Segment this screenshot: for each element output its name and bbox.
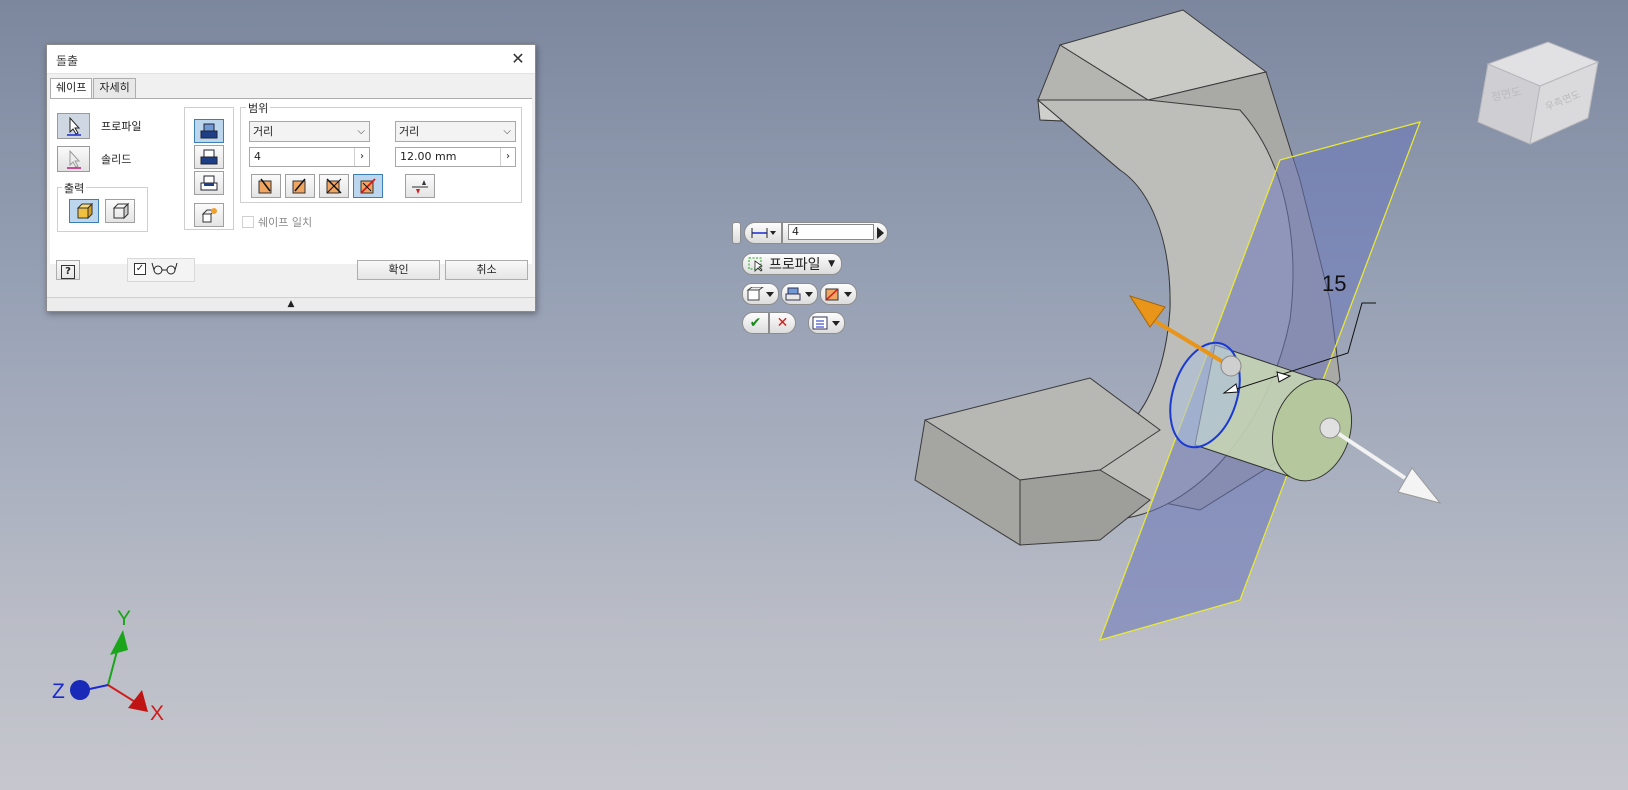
intersect-icon [200,175,218,191]
shape-tab-panel: 프로파일 솔리드 출력 범위 거리 ⌵ 거리 ⌵ 4 › 12.00 mm › … [50,98,532,264]
dialog-tabs: 쉐이프 자세히 [50,78,137,99]
profile-label: 프로파일 [101,120,142,133]
chevron-down-icon: ▼ [828,259,835,269]
close-icon[interactable]: ✕ [507,48,529,70]
direction-default-button[interactable] [251,174,281,198]
mini-cancel-button[interactable]: ✕ [769,312,796,334]
direction-asymmetric-icon [360,178,376,194]
profile-select-button[interactable] [57,113,90,139]
chevron-right-icon[interactable]: › [500,148,515,166]
cancel-button[interactable]: 취소 [445,260,528,280]
extents-group-title: 범위 [246,100,271,116]
extent2-type-select[interactable]: 거리 ⌵ [395,121,516,142]
axis-x-label: X [150,702,165,725]
solid-label: 솔리드 [101,153,132,166]
distance2-input[interactable]: 12.00 mm › [395,147,516,167]
mini-ok-button[interactable]: ✔ [742,312,769,334]
chevron-right-icon[interactable]: › [354,148,369,166]
mini-options-dropdown[interactable] [808,312,845,334]
dialog-title: 돌출 [56,54,79,68]
triangle-up-icon: ▲ [287,299,295,309]
cut-icon [200,149,218,165]
tab-more[interactable]: 자세히 [93,78,136,98]
direction-symmetric-icon [326,178,342,194]
axis-z-label: Z [52,680,65,703]
mini-distance-input[interactable]: 4 [788,224,874,240]
expand-dialog-toggle[interactable]: ▲ [47,297,535,311]
cursor-arrow-icon [66,149,81,169]
mini-profile-label: 프로파일 [769,257,821,273]
direction-dropdown[interactable] [820,283,857,305]
distance-step-arrow-icon[interactable] [877,227,884,239]
new-solid-button[interactable] [194,203,224,227]
chevron-down-icon: ⌵ [503,126,511,137]
direction-default-icon [258,178,272,194]
new-solid-icon [201,208,217,223]
extent1-type-value: 거리 [253,125,274,138]
solid-output-icon [746,287,774,301]
ok-button[interactable]: 확인 [357,260,440,280]
match-shape-checkbox[interactable] [242,216,254,228]
join-button[interactable] [194,119,224,143]
flip-arrows-icon [412,180,428,194]
match-shape-label: 쉐이프 일치 [258,216,313,229]
join-icon [200,123,218,139]
help-button[interactable]: ? [56,260,80,280]
solid-output-button[interactable] [69,199,99,223]
distance-type-dropdown[interactable] [744,222,782,244]
solid-cube-icon [76,202,93,220]
glasses-icon[interactable] [150,261,180,275]
flip-extent-button[interactable] [405,174,435,198]
distance1-value: 4 [254,150,261,163]
output-type-dropdown[interactable] [742,283,779,305]
join-operation-icon [785,287,813,301]
tab-shape[interactable]: 쉐이프 [50,78,93,99]
distance1-input[interactable]: 4 › [249,147,370,167]
extent2-type-value: 거리 [399,125,420,138]
direction-flipped-button[interactable] [285,174,315,198]
extent1-type-select[interactable]: 거리 ⌵ [249,121,370,142]
operation-dropdown[interactable] [781,283,818,305]
direction-icon [824,288,852,301]
solid-select-button[interactable] [57,146,90,172]
mini-profile-button[interactable]: 프로파일 ▼ [742,253,842,275]
distance2-value: 12.00 mm [400,150,457,163]
direction-asymmetric-button[interactable] [353,174,383,198]
help-icon: ? [61,265,75,279]
distance-icon [751,228,776,238]
chevron-down-icon: ⌵ [357,126,365,137]
profile-select-icon [748,257,763,272]
cursor-arrow-icon [66,116,81,136]
preview-checkbox[interactable]: ✓ [134,263,146,275]
list-menu-icon [812,316,840,330]
intersect-button[interactable] [194,171,224,195]
mini-toolbar-grip[interactable] [732,222,741,244]
extrude-dialog: 돌출 ✕ 쉐이프 자세히 프로파일 솔리드 출력 범위 거리 ⌵ 거리 ⌵ 4 … [46,44,536,312]
axis-triad [70,630,148,712]
dimension-value[interactable]: 15 [1322,271,1346,297]
direction-flipped-icon [292,178,306,194]
cut-button[interactable] [194,145,224,169]
surface-output-button[interactable] [105,199,135,223]
axis-y-label: Y [117,607,132,630]
surface-cube-icon [112,202,129,220]
direction-symmetric-button[interactable] [319,174,349,198]
output-group-title: 출력 [62,180,87,196]
dialog-titlebar[interactable]: 돌출 ✕ [47,45,535,74]
